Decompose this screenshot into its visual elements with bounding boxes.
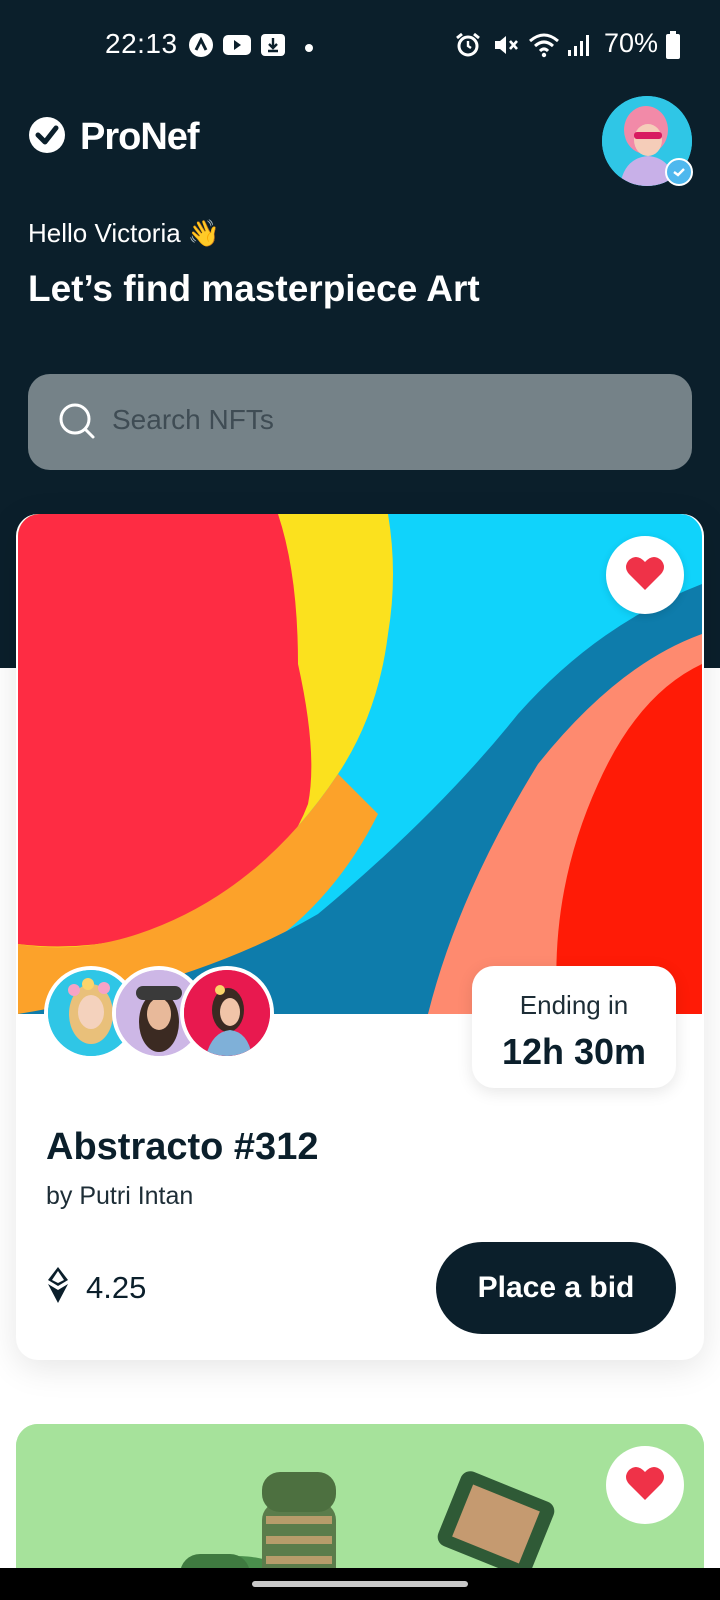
place-bid-button[interactable]: Place a bid xyxy=(436,1242,676,1334)
owner-avatar[interactable] xyxy=(180,966,274,1060)
app-name: ProNef xyxy=(80,116,200,158)
alarm-icon xyxy=(454,32,482,63)
nft-card[interactable]: Ending in 12h 30m Abstracto #312 by Putr… xyxy=(16,514,704,1360)
signal-icon xyxy=(566,32,592,63)
download-icon xyxy=(260,32,286,63)
system-navigation-bar xyxy=(0,1568,720,1600)
heart-icon xyxy=(625,555,665,596)
notification-dot-icon xyxy=(304,40,314,58)
ethereum-icon xyxy=(46,1266,70,1309)
status-time: 22:13 xyxy=(105,28,178,59)
verified-badge-icon xyxy=(665,158,693,186)
timer-label: Ending in xyxy=(519,990,629,1020)
timer-value: 12h 30m xyxy=(501,1031,647,1072)
search-placeholder: Search NFTs xyxy=(112,404,274,435)
check-badge-icon xyxy=(28,116,66,159)
owner-avatars xyxy=(44,966,284,1062)
nft-artwork-image[interactable] xyxy=(18,514,702,1014)
status-bar: 22:13 70% xyxy=(0,22,720,66)
heart-icon xyxy=(625,1465,665,1506)
nft-title: Abstracto #312 xyxy=(46,1126,319,1168)
battery-icon xyxy=(665,30,681,65)
assistant-icon xyxy=(188,32,214,63)
wifi-icon xyxy=(528,32,560,63)
mute-icon xyxy=(492,32,520,63)
home-gesture-handle[interactable] xyxy=(252,1581,468,1587)
nft-creator: by Putri Intan xyxy=(46,1182,194,1210)
search-input[interactable]: Search NFTs xyxy=(28,374,692,470)
price-value: 4.25 xyxy=(86,1269,147,1305)
greeting-text: Hello Victoria 👋 xyxy=(28,218,221,248)
auction-timer: Ending in 12h 30m xyxy=(472,966,676,1088)
favorite-button[interactable] xyxy=(606,1446,684,1524)
favorite-button[interactable] xyxy=(606,536,684,614)
app-logo: ProNef xyxy=(28,116,200,159)
nft-price: 4.25 xyxy=(46,1266,146,1309)
battery-percentage: 70% xyxy=(604,28,659,58)
page-headline: Let’s find masterpiece Art xyxy=(28,268,480,309)
youtube-icon xyxy=(222,32,252,63)
search-icon xyxy=(58,402,98,447)
